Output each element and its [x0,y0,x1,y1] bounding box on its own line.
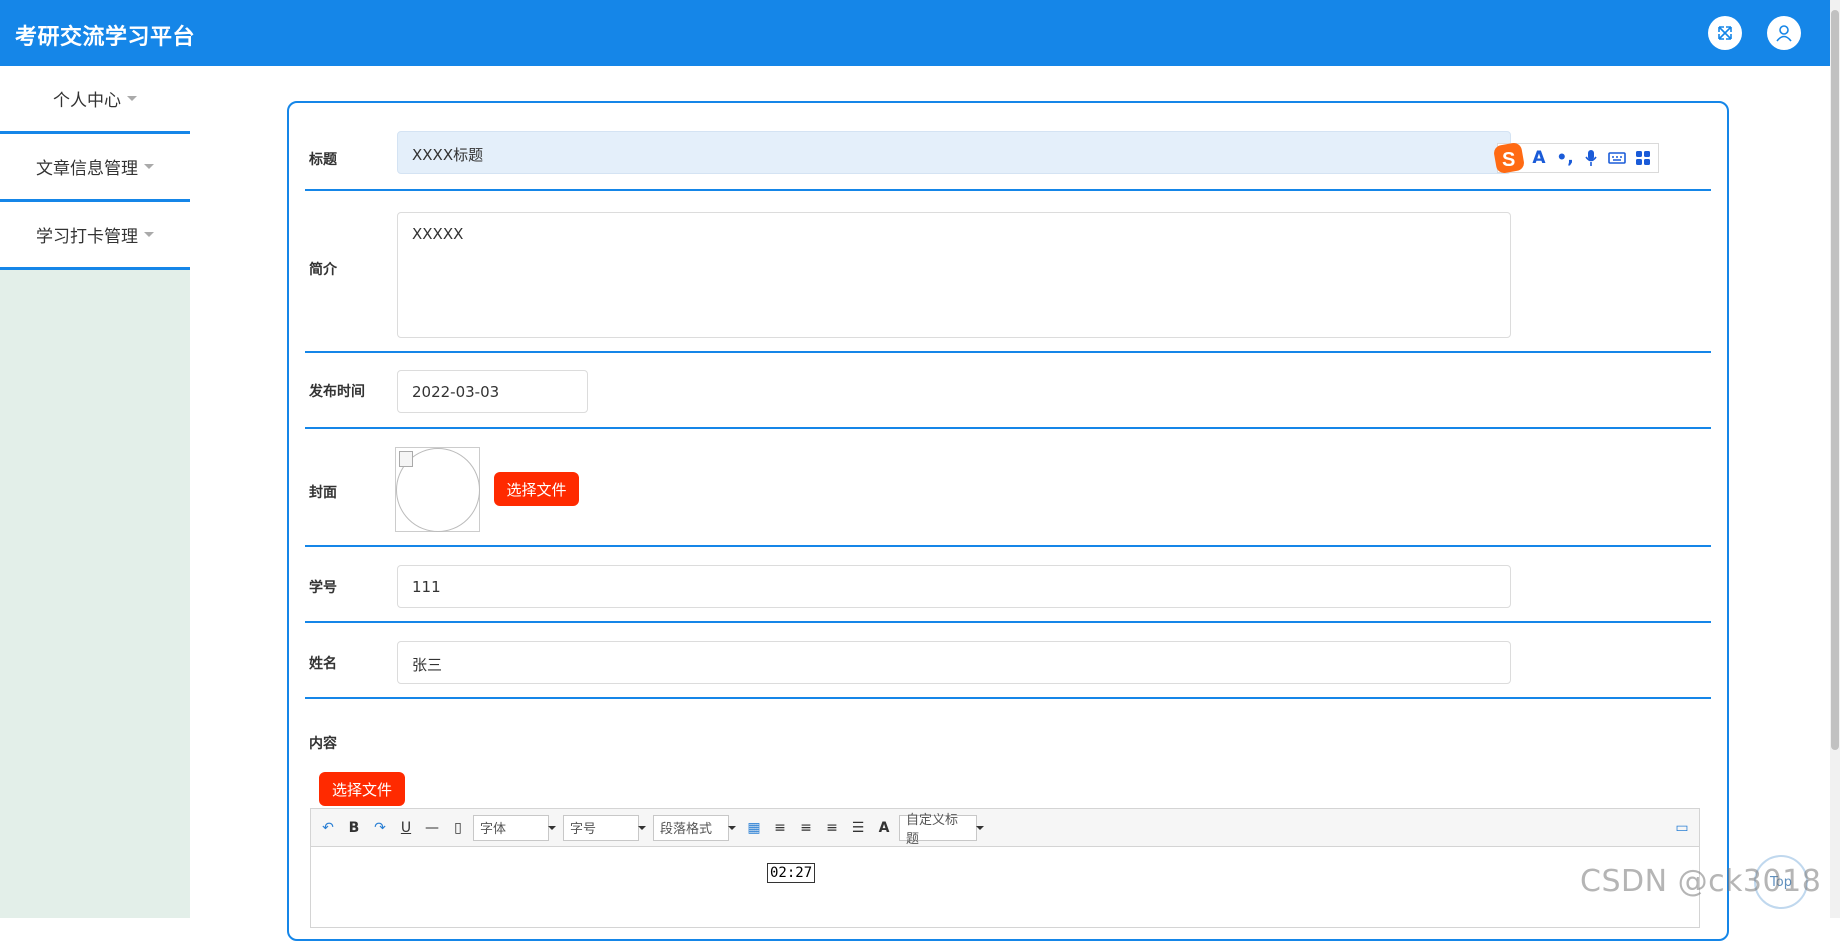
font-family-select[interactable]: 字体 [473,814,556,841]
blank-page-icon[interactable]: ▯ [447,817,469,839]
caret-down-icon [144,164,154,169]
top-header: 考研交流学习平台 [0,0,1830,66]
broken-image-icon [399,451,413,467]
form-row-student-id: 学号 111 [305,547,1711,623]
content-label: 内容 [309,736,337,752]
video-time-tooltip: 02:27 [767,863,816,883]
intro-textarea[interactable]: XXXXX [397,212,1511,338]
sidebar-item-personal-center[interactable]: 个人中心 [0,66,190,134]
horizontal-rule-icon[interactable]: — [421,817,443,839]
preview-monitor-icon[interactable]: ▭ [1671,817,1693,839]
redo-icon[interactable]: ↷ [369,817,391,839]
svg-text:S: S [1502,149,1515,171]
table-icon[interactable]: ▦ [743,817,765,839]
sogou-logo-icon: S [1494,143,1524,173]
punctuation-icon[interactable]: •, [1552,145,1578,171]
sidebar-item-label: 学习打卡管理 [36,227,138,247]
paragraph-format-select[interactable]: 段落格式 [653,814,736,841]
font-size-select[interactable]: 字号 [563,814,646,841]
align-justify-icon[interactable]: ☰ [847,817,869,839]
publish-time-label: 发布时间 [309,384,365,400]
custom-heading-select[interactable]: 自定义标题 [899,813,984,847]
rich-text-editor[interactable]: ↶ B ↷ U — ▯ 字体 字号 段落格式 ▦ ≡ ≡ ≡ ☰ A 自定义标题… [310,808,1700,928]
font-a-icon[interactable]: A [1526,145,1552,171]
sidebar-item-label: 文章信息管理 [36,159,138,179]
ime-toolbar: S A •, [1494,143,1659,173]
cover-label: 封面 [309,485,337,501]
publish-time-input[interactable]: 2022-03-03 [397,370,588,413]
bold-icon[interactable]: B [343,817,365,839]
sidebar-item-checkin-management[interactable]: 学习打卡管理 [0,202,190,270]
underline-icon[interactable]: U [395,817,417,839]
keyboard-icon[interactable] [1604,145,1630,171]
align-left-icon[interactable]: ≡ [769,817,791,839]
cover-image-preview [395,447,480,532]
form-row-intro: 简介 XXXXX [305,191,1711,353]
undo-icon[interactable]: ↶ [317,817,339,839]
font-color-icon[interactable]: A [873,817,895,839]
editor-toolbar: ↶ B ↷ U — ▯ 字体 字号 段落格式 ▦ ≡ ≡ ≡ ☰ A 自定义标题… [311,809,1699,847]
cover-select-file-button[interactable]: 选择文件 [494,472,579,506]
microphone-icon[interactable] [1578,145,1604,171]
sidebar-item-article-management[interactable]: 文章信息管理 [0,134,190,202]
form-row-publish-time: 发布时间 2022-03-03 [305,353,1711,429]
align-right-icon[interactable]: ≡ [795,817,817,839]
expand-arrows-icon [1718,26,1732,40]
intro-label: 简介 [309,262,337,278]
app-title: 考研交流学习平台 [15,25,196,50]
title-input[interactable]: XXXX标题 [397,131,1511,174]
name-label: 姓名 [309,656,337,672]
csdn-watermark: CSDN @ck3018 [1580,864,1822,899]
scrollbar-thumb[interactable] [1831,10,1839,750]
user-icon [1776,25,1792,42]
caret-down-icon [127,96,137,101]
student-id-input[interactable]: 111 [397,565,1511,608]
page-scrollbar[interactable] [1830,0,1840,918]
name-input[interactable]: 张三 [397,641,1511,684]
student-id-label: 学号 [309,580,337,596]
content-select-file-button[interactable]: 选择文件 [319,772,405,806]
form-row-name: 姓名 张三 [305,623,1711,699]
fullscreen-button[interactable] [1708,16,1742,50]
caret-down-icon [144,232,154,237]
grid-menu-icon[interactable] [1630,145,1656,171]
title-label: 标题 [309,152,337,168]
align-center-icon[interactable]: ≡ [821,817,843,839]
sidebar-item-label: 个人中心 [53,91,121,111]
user-button[interactable] [1767,16,1801,50]
sidebar: 个人中心 文章信息管理 学习打卡管理 [0,66,190,918]
